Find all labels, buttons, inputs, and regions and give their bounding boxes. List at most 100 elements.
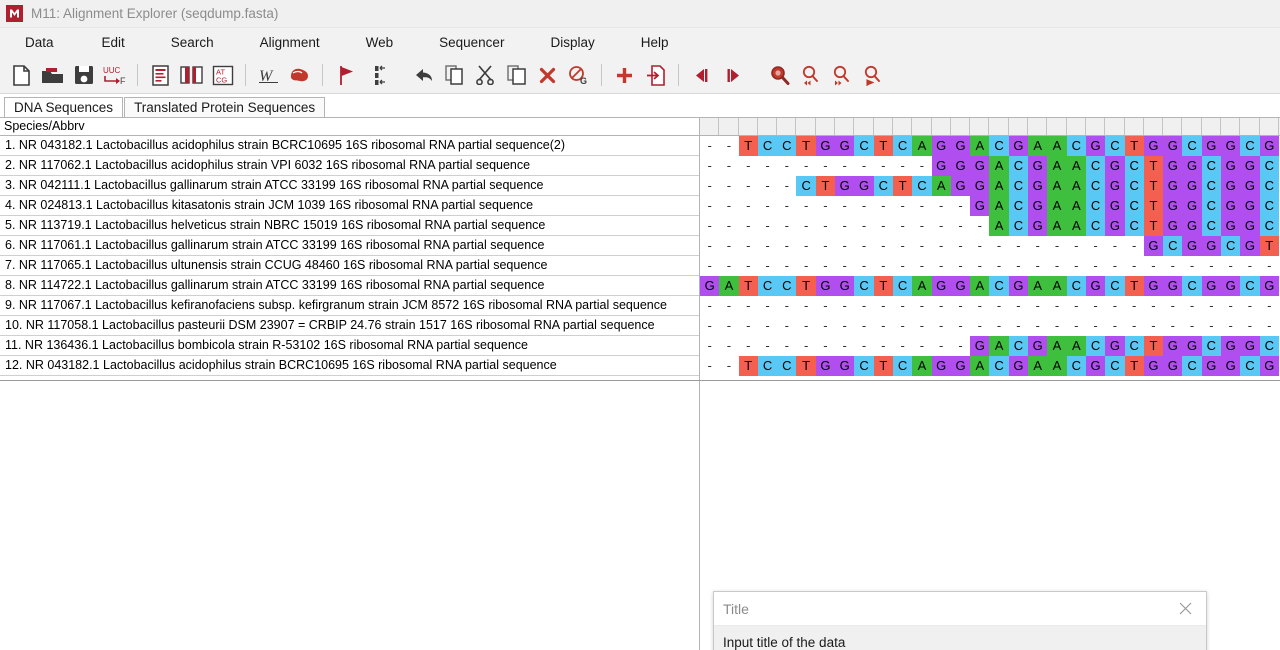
sequence-cell-g[interactable]: G: [970, 336, 990, 356]
sequence-cell-a[interactable]: A: [1028, 136, 1048, 156]
sequence-cell-g[interactable]: G: [970, 176, 990, 196]
sequence-cell-c[interactable]: C: [873, 176, 893, 196]
sequence-cell-t[interactable]: T: [1124, 356, 1144, 376]
sequence-cell-gap[interactable]: -: [932, 236, 951, 256]
sequence-cell-c[interactable]: C: [1008, 196, 1029, 216]
sequence-cell-gap[interactable]: -: [835, 216, 854, 236]
sequence-row[interactable]: ---------------ACGAACGCTGGCGGC: [700, 216, 1280, 236]
species-row[interactable]: 8. NR 114722.1 Lactobacillus gallinarum …: [0, 276, 699, 296]
sequence-column-header-cell[interactable]: [777, 118, 797, 135]
sequence-cell-gap[interactable]: -: [835, 236, 854, 256]
sequence-cell-c[interactable]: C: [854, 276, 874, 296]
sequence-cell-gap[interactable]: -: [777, 316, 796, 336]
sequence-cell-gap[interactable]: -: [796, 316, 815, 336]
flag-marker-icon[interactable]: [330, 60, 361, 90]
sequence-cell-gap[interactable]: -: [854, 336, 873, 356]
sequence-cell-c[interactable]: C: [1201, 156, 1222, 176]
sequence-cell-a[interactable]: A: [1066, 216, 1086, 236]
sequence-cell-gap[interactable]: -: [1009, 256, 1028, 276]
sequence-cell-gap[interactable]: -: [1260, 256, 1279, 276]
sequence-row[interactable]: ------------------------------: [700, 316, 1280, 336]
sequence-cell-gap[interactable]: -: [970, 296, 989, 316]
sequence-cell-gap[interactable]: -: [739, 236, 758, 256]
sequence-cell-g[interactable]: G: [1182, 236, 1202, 256]
sequence-row[interactable]: ------------------------------: [700, 296, 1280, 316]
sequence-cell-gap[interactable]: -: [816, 216, 835, 236]
sequence-cell-g[interactable]: G: [1163, 156, 1183, 176]
sequence-cell-g[interactable]: G: [1028, 176, 1048, 196]
sequence-cell-gap[interactable]: -: [739, 196, 758, 216]
sequence-cell-gap[interactable]: -: [739, 176, 758, 196]
sequence-cell-c[interactable]: C: [892, 136, 913, 156]
sequence-cell-g[interactable]: G: [1008, 276, 1029, 296]
sequence-cell-gap[interactable]: -: [777, 176, 796, 196]
sequence-cell-gap[interactable]: -: [912, 236, 931, 256]
sequence-cell-gap[interactable]: -: [739, 216, 758, 236]
sequence-cell-gap[interactable]: -: [874, 216, 893, 236]
sequence-column-header-cell[interactable]: [989, 118, 1009, 135]
sequence-cell-c[interactable]: C: [1124, 216, 1144, 236]
sequence-cell-gap[interactable]: -: [1105, 256, 1124, 276]
sequence-cell-g[interactable]: G: [1008, 356, 1029, 376]
sequence-cell-c[interactable]: C: [1085, 176, 1106, 196]
sequence-cell-g[interactable]: G: [1221, 156, 1241, 176]
sequence-cell-t[interactable]: T: [873, 136, 893, 156]
menu-item-web[interactable]: Web: [353, 32, 407, 53]
sequence-cell-a[interactable]: A: [912, 356, 932, 376]
sequence-cell-gap[interactable]: -: [739, 296, 758, 316]
sequence-column-header-cell[interactable]: [1240, 118, 1260, 135]
sequence-cell-a[interactable]: A: [1047, 356, 1067, 376]
sequence-cell-g[interactable]: G: [1085, 136, 1106, 156]
sequence-cell-t[interactable]: T: [738, 356, 758, 376]
sequence-cell-gap[interactable]: -: [719, 176, 738, 196]
sequence-cell-a[interactable]: A: [1047, 336, 1067, 356]
sequence-cell-a[interactable]: A: [989, 336, 1009, 356]
sequence-cell-gap[interactable]: -: [1009, 296, 1028, 316]
sequence-cell-gap[interactable]: -: [1260, 316, 1279, 336]
sequence-column-header-cell[interactable]: [892, 118, 913, 135]
sequence-cell-g[interactable]: G: [1182, 156, 1202, 176]
sequence-cell-gap[interactable]: -: [1125, 296, 1144, 316]
species-row[interactable]: 10. NR 117058.1 Lactobacillus pasteurii …: [0, 316, 699, 336]
sequence-cell-gap[interactable]: -: [1144, 296, 1163, 316]
sequence-cell-gap[interactable]: -: [970, 236, 989, 256]
sequence-cell-gap[interactable]: -: [1125, 236, 1144, 256]
sequence-cell-g[interactable]: G: [1105, 156, 1125, 176]
sequence-column-header-cell[interactable]: [1028, 118, 1048, 135]
sequence-cell-gap[interactable]: -: [912, 196, 931, 216]
sequence-cell-t[interactable]: T: [1143, 216, 1164, 236]
sequence-cell-gap[interactable]: -: [796, 256, 815, 276]
sequence-cell-c[interactable]: C: [1259, 216, 1279, 236]
sequence-cell-gap[interactable]: -: [1182, 316, 1201, 336]
sequence-cell-t[interactable]: T: [1143, 196, 1164, 216]
sequence-cell-gap[interactable]: -: [1182, 296, 1201, 316]
sequence-cell-gap[interactable]: -: [932, 256, 951, 276]
sequence-cell-c[interactable]: C: [854, 356, 874, 376]
sequence-cell-gap[interactable]: -: [700, 236, 719, 256]
sequence-cell-g[interactable]: G: [1163, 356, 1183, 376]
sequence-cell-c[interactable]: C: [1182, 276, 1202, 296]
sequence-cell-g[interactable]: G: [835, 356, 855, 376]
sequence-row[interactable]: ------------GGGACGAACGCTGGCGGC: [700, 156, 1280, 176]
sequence-cell-gap[interactable]: -: [719, 136, 738, 156]
sequence-cell-gap[interactable]: -: [719, 196, 738, 216]
sequence-cell-c[interactable]: C: [1008, 336, 1029, 356]
edit-sequencer-icon[interactable]: [145, 60, 176, 90]
sequence-cell-gap[interactable]: -: [796, 296, 815, 316]
sequence-cell-a[interactable]: A: [1066, 196, 1086, 216]
sequence-cell-t[interactable]: T: [892, 176, 913, 196]
sequence-cell-g[interactable]: G: [950, 136, 971, 156]
sequence-cell-gap[interactable]: -: [989, 316, 1008, 336]
sequence-cell-gap[interactable]: -: [970, 256, 989, 276]
sequence-cell-a[interactable]: A: [1047, 156, 1067, 176]
atcg-codon-icon[interactable]: AT CG: [207, 60, 238, 90]
sequence-cell-t[interactable]: T: [873, 276, 893, 296]
sequence-cell-t[interactable]: T: [1143, 176, 1164, 196]
sequence-column-header-cell[interactable]: [796, 118, 816, 135]
undo-arrow-icon[interactable]: [408, 60, 439, 90]
sequence-cell-t[interactable]: T: [738, 136, 758, 156]
sequence-cell-g[interactable]: G: [1163, 216, 1183, 236]
sequence-cell-g[interactable]: G: [1085, 276, 1106, 296]
sequence-cell-gap[interactable]: -: [1086, 236, 1105, 256]
sequence-cell-g[interactable]: G: [1143, 356, 1164, 376]
